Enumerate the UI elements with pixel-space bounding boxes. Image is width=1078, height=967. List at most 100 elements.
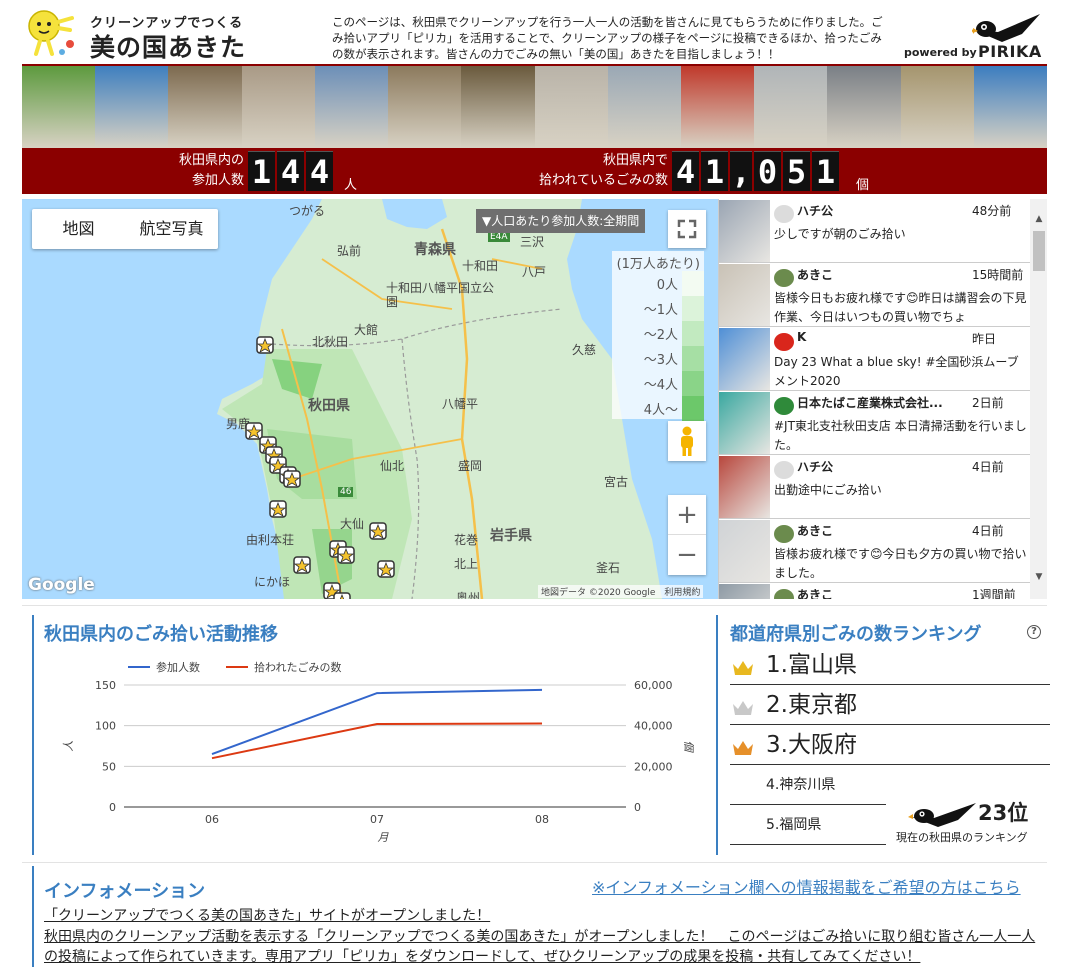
user-avatar (774, 589, 794, 599)
activity-photo (314, 66, 389, 148)
feed-post[interactable]: ハチ公 48分前 少しですが朝のごみ拾い (719, 199, 1030, 263)
x-tick: 06 (205, 813, 219, 826)
activity-photo (680, 66, 755, 148)
post-text: 出勤途中にごみ拾い (774, 483, 882, 497)
post-thumbnail[interactable] (719, 520, 770, 582)
feed-post[interactable]: K 昨日 Day 23 What a blue sky! #全国砂浜ムーブメント20… (719, 327, 1030, 391)
place-label: 盛岡 (458, 459, 483, 473)
user-avatar (774, 269, 794, 287)
post-thumbnail[interactable] (719, 392, 770, 454)
trash-pin-icon[interactable] (336, 545, 356, 567)
user-avatar (774, 333, 794, 351)
legend-row: ～3人 (612, 346, 704, 371)
post-text: 皆様今日もお疲れ様です😊昨日は講習会の下見作業、今日はいつもの買い物でちょ (774, 291, 1027, 324)
x-tick: 08 (535, 813, 549, 826)
counter-digit: 4 (277, 151, 304, 191)
ranking-row: 5.福岡県 (730, 805, 886, 845)
y-right-tick: 20,000 (634, 760, 673, 773)
feed-post[interactable]: あきこ 4日前 皆様お疲れ様です😊今日も夕方の買い物で拾いました。 (719, 519, 1030, 583)
street-view-button[interactable] (668, 421, 706, 461)
legend-swatch (682, 371, 704, 396)
legend-dropdown[interactable]: ▼人口あたり参加人数:全期間 (476, 209, 646, 233)
activity-photo (973, 66, 1048, 148)
feed-scrollbar[interactable]: ▲ ▼ (1030, 199, 1047, 599)
user-avatar (774, 205, 794, 223)
user-avatar (774, 525, 794, 543)
post-thumbnail[interactable] (719, 200, 770, 262)
post-user[interactable]: 日本たばこ産業株式会社... (797, 394, 967, 411)
post-thumbnail[interactable] (719, 264, 770, 326)
counter-digit: 5 (783, 151, 810, 191)
site-title: 美の国あきた (90, 33, 247, 62)
zoom-in-button[interactable]: + (668, 495, 706, 535)
scroll-thumb[interactable] (1033, 231, 1045, 271)
counter-digit: , (730, 151, 752, 191)
post-user[interactable]: K (797, 330, 967, 344)
legend-label: ～2人 (643, 328, 678, 343)
post-thumbnail[interactable] (719, 584, 770, 599)
y-right-axis-label: 個 (682, 741, 694, 754)
legend-swatch (682, 271, 704, 296)
trash-pin-icon[interactable] (368, 521, 388, 543)
feed-post[interactable]: あきこ 1週間前 (719, 583, 1030, 599)
info-body[interactable]: 秋田県内のクリーンアップ活動を表示する「クリーンアップでつくる美の国あきた」がオ… (44, 927, 1044, 967)
trash-pin-icon[interactable] (332, 591, 352, 599)
post-user[interactable]: ハチ公 (797, 202, 967, 219)
feed-post[interactable]: ハチ公 4日前 出勤途中にごみ拾い (719, 455, 1030, 519)
crown-icon (733, 701, 753, 715)
fullscreen-button[interactable] (668, 210, 706, 248)
counter-digit: 1 (812, 151, 839, 191)
place-label: 北秋田 (312, 335, 349, 349)
trash-pin-icon[interactable] (376, 559, 396, 581)
counter-bar: 秋田県内の 参加人数 144 人 秋田県内で 拾われているごみの数 41,051… (22, 148, 1047, 194)
feed-post[interactable]: あきこ 15時間前 皆様今日もお疲れ様です😊昨日は講習会の下見作業、今日はいつもの買… (719, 263, 1030, 327)
fullscreen-icon (677, 219, 697, 239)
map-type-satellite-tab[interactable]: 航空写真 (125, 209, 218, 249)
map-type-control[interactable]: 地図 航空写真 (32, 209, 218, 249)
activity-photo (900, 66, 974, 148)
info-request-link[interactable]: ※インフォメーション欄への情報掲載をご希望の方はこちら (592, 874, 1021, 898)
divider (22, 605, 1047, 606)
zoom-control[interactable]: + − (668, 495, 706, 575)
scroll-up-icon[interactable]: ▲ (1030, 211, 1047, 227)
activity-photo (754, 66, 828, 148)
place-label: 弘前 (337, 244, 362, 258)
place-label: 花巻 (454, 533, 479, 547)
zoom-out-button[interactable]: − (668, 535, 706, 575)
activity-photo (168, 66, 242, 148)
info-title: インフォメーション (44, 881, 206, 902)
post-user[interactable]: あきこ (797, 586, 967, 599)
legend-swatch (682, 396, 704, 421)
x-tick: 07 (370, 813, 384, 826)
place-label: 北上 (454, 557, 479, 571)
post-thumbnail[interactable] (719, 456, 770, 518)
place-label: 釜石 (596, 561, 621, 575)
place-label: にかほ (254, 575, 291, 589)
feed-post[interactable]: 日本たばこ産業株式会社... 2日前 #JT東北支社秋田支店 本日清掃活動を行いまし… (719, 391, 1030, 455)
trash-pin-icon[interactable] (255, 335, 275, 357)
activity-map[interactable]: つがる 弘前 青森県 三沢 十和田 八戸 十和田八幡平国立公園 大館 北秋田 久… (22, 199, 718, 599)
post-thumbnail[interactable] (719, 328, 770, 390)
legend-row: 0人 (612, 271, 704, 296)
place-label: 八戸 (522, 265, 547, 279)
trash-pin-icon[interactable] (268, 499, 288, 521)
trash-pin-icon[interactable] (292, 555, 312, 577)
y-right-tick: 40,000 (634, 720, 673, 733)
post-user[interactable]: あきこ (797, 522, 967, 539)
activity-photo (241, 66, 315, 148)
map-type-map-tab[interactable]: 地図 (32, 209, 125, 249)
map-legend: (1万人あたり) 0人 ～1人 ～2人 ～3人 ～4人 4人～ (612, 251, 704, 421)
trash-pin-icon[interactable] (282, 469, 302, 491)
activity-feed[interactable]: ハチ公 48分前 少しですが朝のごみ拾い あきこ 15時間前 皆様今日もお疲れ様です😊昨日… (718, 199, 1047, 599)
map-attribution[interactable]: 地図データ ©2020 Google 利用規約 (538, 585, 704, 598)
scroll-down-icon[interactable]: ▼ (1030, 569, 1047, 585)
post-user[interactable]: ハチ公 (797, 458, 967, 475)
post-user[interactable]: あきこ (797, 266, 967, 283)
pirika-brand[interactable]: PIRIKA (978, 42, 1042, 61)
pirika-bird-icon[interactable] (972, 12, 1042, 44)
info-headline[interactable]: 「クリーンアップでつくる美の国あきた」サイトがオープンしました！ (44, 905, 490, 925)
legend-row: ～1人 (612, 296, 704, 321)
help-icon[interactable]: ? (1027, 625, 1041, 639)
powered-by-label: powered by (904, 46, 977, 59)
activity-photo (95, 66, 169, 148)
